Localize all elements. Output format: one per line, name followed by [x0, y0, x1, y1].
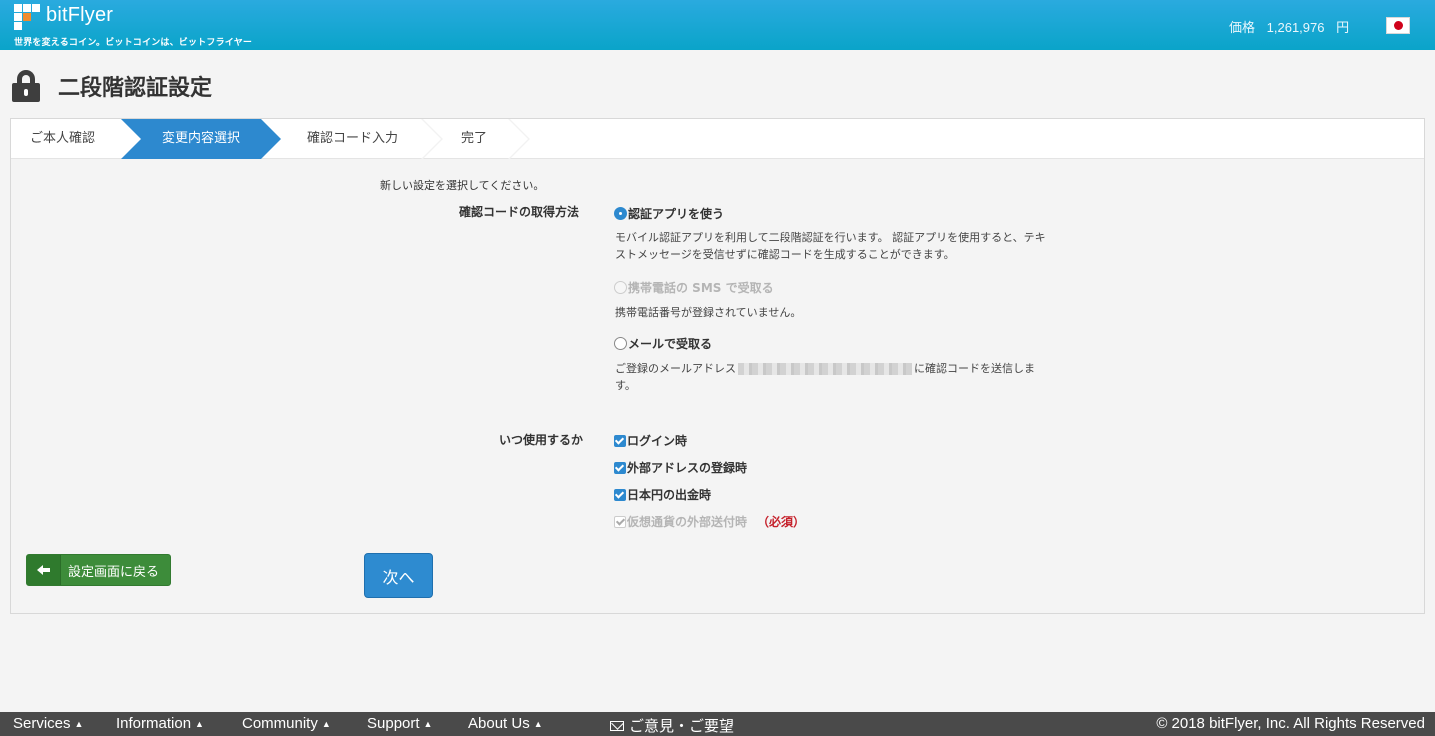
- arrow-left-icon-box: [27, 555, 61, 585]
- email-radio[interactable]: [614, 337, 627, 350]
- footer-nav-label: Services: [13, 715, 71, 732]
- price-label: 価格: [1229, 20, 1256, 35]
- step-identity-check: ご本人確認: [30, 131, 96, 146]
- intro-text: 新しい設定を選択してください。: [380, 179, 545, 192]
- footer-nav-label: About Us: [468, 715, 530, 732]
- option-label: 認証アプリを使う: [628, 207, 725, 221]
- tagline: 世界を変えるコイン。ビットコインは、ビットフライヤー: [14, 38, 253, 48]
- step-complete: 完了: [461, 131, 488, 146]
- footer-support[interactable]: Support ▲: [367, 715, 432, 732]
- japan-flag-icon[interactable]: [1386, 17, 1410, 34]
- back-to-settings-button[interactable]: 設定画面に戻る: [26, 554, 171, 586]
- caret-up-icon: ▲: [533, 718, 543, 729]
- option-label: メールで受取る: [628, 337, 713, 351]
- copyright: © 2018 bitFlyer, Inc. All Rights Reserve…: [1156, 715, 1425, 732]
- footer-about-us[interactable]: About Us ▲: [468, 715, 543, 732]
- checkbox-jpy-withdrawal[interactable]: 日本円の出金時: [614, 486, 711, 503]
- sms-radio: [614, 281, 627, 294]
- external-address-checkbox[interactable]: [614, 461, 626, 474]
- option-email[interactable]: メールで受取る: [614, 335, 712, 352]
- page-title: 二段階認証設定: [58, 76, 213, 101]
- footer-bar: Services ▲ Information ▲ Community ▲ Suppor…: [0, 712, 1435, 736]
- footer-nav-label: Support: [367, 715, 420, 732]
- bitflyer-logo[interactable]: bitFlyer: [14, 4, 113, 30]
- checkbox-label: 外部アドレスの登録時: [627, 461, 748, 475]
- feedback-label: ご意見・ご要望: [629, 718, 735, 735]
- caret-up-icon: ▲: [321, 718, 331, 729]
- next-button[interactable]: 次へ: [364, 553, 433, 598]
- usage-label: いつ使用するか: [499, 433, 584, 447]
- step-select-changes: 変更内容選択: [162, 131, 241, 146]
- footer-feedback[interactable]: ご意見・ご要望: [610, 715, 734, 736]
- progress-steps: ご本人確認 変更内容選択 確認コード入力 完了: [11, 119, 1424, 159]
- option-description: ご登録のメールアドレス に確認コードを送信します。: [615, 360, 1055, 394]
- bitflyer-logo-icon: [14, 4, 40, 30]
- caret-up-icon: ▲: [74, 718, 84, 729]
- option-label: 携帯電話の SMS で受取る: [628, 281, 774, 295]
- option-description: モバイル認証アプリを利用して二段階認証を行います。 認証アプリを使用すると、テキ…: [615, 231, 1046, 261]
- option-description: 携帯電話番号が登録されていません。: [615, 306, 802, 319]
- price-value: 1,261,976: [1266, 20, 1325, 35]
- required-note: （必須）: [757, 515, 806, 529]
- redacted-email: [738, 363, 912, 375]
- login-checkbox[interactable]: [614, 434, 626, 447]
- lock-icon: [12, 70, 40, 102]
- settings-panel: ご本人確認 変更内容選択 確認コード入力 完了 新しい設定を選択してください。 …: [10, 118, 1425, 614]
- checkbox-crypto-send: 仮想通貨の外部送付時 （必須）: [614, 513, 805, 530]
- footer-information[interactable]: Information ▲: [116, 715, 204, 732]
- checkbox-label: ログイン時: [627, 434, 688, 448]
- top-header: bitFlyer 世界を変えるコイン。ビットコインは、ビットフライヤー 価格 1…: [0, 0, 1435, 50]
- page-header: 二段階認証設定: [12, 70, 212, 102]
- caret-up-icon: ▲: [423, 718, 433, 729]
- option-auth-app[interactable]: 認証アプリを使う: [614, 205, 724, 222]
- price-unit: 円: [1336, 20, 1350, 35]
- step-divider-chevron: [508, 119, 530, 159]
- step-enter-code: 確認コード入力: [307, 131, 399, 146]
- checkbox-label: 仮想通貨の外部送付時: [627, 515, 748, 529]
- checkbox-external-address[interactable]: 外部アドレスの登録時: [614, 459, 747, 476]
- caret-up-icon: ▲: [195, 718, 204, 729]
- email-desc-prefix: ご登録のメールアドレス: [615, 362, 736, 375]
- jpy-withdrawal-checkbox[interactable]: [614, 488, 626, 501]
- option-sms: 携帯電話の SMS で受取る: [614, 279, 774, 296]
- method-label: 確認コードの取得方法: [459, 205, 580, 219]
- brand-name: bitFlyer: [46, 3, 114, 26]
- mail-icon: [610, 720, 624, 731]
- auth-app-radio[interactable]: [614, 207, 627, 220]
- footer-nav-label: Community: [242, 715, 318, 732]
- price-display: 価格 1,261,976 円: [1229, 17, 1357, 36]
- back-button-label: 設定画面に戻る: [68, 564, 160, 580]
- crypto-send-checkbox: [614, 515, 626, 528]
- checkbox-label: 日本円の出金時: [627, 488, 712, 502]
- step-divider-chevron: [421, 119, 443, 159]
- footer-nav-label: Information: [116, 715, 192, 732]
- arrow-left-icon: [36, 565, 51, 575]
- checkbox-login[interactable]: ログイン時: [614, 432, 687, 449]
- footer-community[interactable]: Community ▲: [242, 715, 331, 732]
- footer-services[interactable]: Services ▲: [13, 715, 83, 732]
